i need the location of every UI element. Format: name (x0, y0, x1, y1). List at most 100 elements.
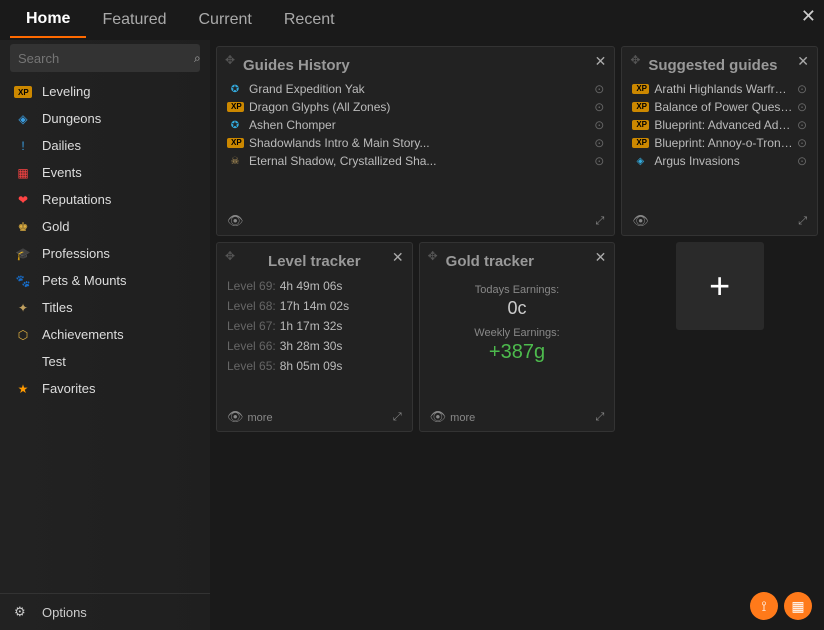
guide-row[interactable]: XPArathi Highlands Warfront Extra...⊙ (632, 80, 807, 98)
sidebar-item-test[interactable]: Test (0, 348, 210, 375)
guide-row[interactable]: XP Blueprint: Annoy-o-Tron Gang ⊙ (632, 134, 807, 152)
options-button[interactable]: ⚙ Options (0, 593, 210, 630)
grid-icon: ▦ (791, 598, 804, 615)
today-earnings-value: 0c (430, 298, 605, 319)
level-row: Level 66: 3h 28m 30s (227, 336, 402, 356)
eye-icon[interactable]: 👁 (227, 213, 244, 229)
sidebar-item-label: Pets & Mounts (42, 273, 127, 288)
sidebar-item-label: Dungeons (42, 111, 101, 126)
guide-type-icon: XP (632, 84, 648, 94)
chevron-right-icon: ⊙ (594, 82, 604, 96)
chevron-right-icon: ⊙ (797, 118, 807, 132)
tab-featured[interactable]: Featured (86, 3, 182, 37)
card-close-icon[interactable]: ✕ (392, 249, 404, 266)
suggested-list: XPArathi Highlands Warfront Extra...⊙XPB… (632, 80, 807, 170)
guide-row[interactable]: XPBlueprint: Advanced Adventurer...⊙ (632, 116, 807, 134)
expand-icon[interactable]: ⤢ (596, 215, 605, 228)
drag-handle-icon[interactable]: ✥ (225, 53, 235, 67)
gear-icon: ⚙ (14, 604, 32, 620)
guide-type-icon: XP (632, 138, 648, 148)
sidebar-item-titles[interactable]: ✦Titles (0, 294, 210, 321)
add-widget-button[interactable]: + (676, 242, 764, 330)
expand-icon[interactable]: ⤢ (798, 215, 807, 228)
guide-title: Eternal Shadow, Crystallized Sha... (249, 154, 590, 168)
guide-row[interactable]: ✪Grand Expedition Yak⊙ (227, 80, 604, 98)
guide-type-icon: ✪ (227, 120, 243, 131)
sidebar-item-gold[interactable]: ♚Gold (0, 213, 210, 240)
card-footer: 👁more ⤢ (227, 409, 402, 425)
chevron-right-icon: ⊙ (797, 82, 807, 96)
level-time: 3h 28m 30s (280, 339, 343, 353)
eye-icon: 👁 (227, 409, 244, 424)
more-link[interactable]: 👁more (430, 409, 476, 425)
card-close-icon[interactable]: ✕ (595, 53, 607, 70)
chevron-right-icon: ⊙ (594, 154, 604, 168)
level-time: 8h 05m 09s (280, 359, 343, 373)
guide-row[interactable]: ☠ Eternal Shadow, Crystallized Sha... ⊙ (227, 152, 604, 170)
sidebar-item-dungeons[interactable]: ◈ Dungeons (0, 105, 210, 132)
search-icon: ⌕ (194, 51, 201, 66)
sidebar-item-label: Achievements (42, 327, 124, 342)
sidebar: ⌕ XPLeveling ◈ Dungeons !Dailies▦Events❤Rep… (0, 40, 210, 630)
sidebar-item-leveling[interactable]: XPLeveling (0, 78, 210, 105)
sidebar-list: XPLeveling ◈ Dungeons !Dailies▦Events❤Reput… (0, 78, 210, 593)
card-title: Level tracker (227, 253, 402, 270)
guide-type-icon: XP (227, 102, 243, 112)
drag-handle-icon[interactable]: ✥ (630, 53, 640, 67)
search-input[interactable] (18, 51, 194, 66)
search-box[interactable]: ⌕ (10, 44, 200, 72)
sidebar-item-events[interactable]: ▦Events (0, 159, 210, 186)
events-icon: ▦ (14, 166, 32, 180)
sidebar-item-label: Professions (42, 246, 110, 261)
brush-icon: ⟟ (761, 598, 766, 615)
sidebar-item-dailies[interactable]: !Dailies (0, 132, 210, 159)
drag-handle-icon[interactable]: ✥ (428, 249, 438, 263)
guide-title: Shadowlands Intro & Main Story... (249, 136, 590, 150)
grid-layout-button[interactable]: ▦ (784, 592, 812, 620)
chevron-right-icon: ⊙ (797, 100, 807, 114)
guide-row[interactable]: ✪Ashen Chomper⊙ (227, 116, 604, 134)
tab-recent[interactable]: Recent (268, 3, 351, 37)
card-footer: 👁more ⤢ (430, 409, 605, 425)
guide-row[interactable]: XPBalance of Power Questline⊙ (632, 98, 807, 116)
guide-type-icon: XP (227, 138, 243, 148)
chevron-right-icon: ⊙ (797, 136, 807, 150)
sidebar-item-favorites[interactable]: ★Favorites (0, 375, 210, 402)
footer-action-buttons: ⟟ ▦ (750, 592, 812, 620)
expand-icon[interactable]: ⤢ (596, 411, 605, 424)
sidebar-item-reputations[interactable]: ❤Reputations (0, 186, 210, 213)
eye-icon[interactable]: 👁 (632, 213, 649, 229)
sidebar-item-pets-mounts[interactable]: 🐾Pets & Mounts (0, 267, 210, 294)
chevron-right-icon: ⊙ (594, 118, 604, 132)
level-label: Level 66: (227, 339, 276, 353)
guide-row[interactable]: XPDragon Glyphs (All Zones)⊙ (227, 98, 604, 116)
level-row: Level 69: 4h 49m 06s (227, 276, 402, 296)
card-close-icon[interactable]: ✕ (595, 249, 607, 266)
level-list: Level 69:4h 49m 06sLevel 68:17h 14m 02sL… (227, 276, 402, 376)
reset-layout-button[interactable]: ⟟ (750, 592, 778, 620)
tab-current[interactable]: Current (183, 3, 268, 37)
reputations-icon: ❤ (14, 193, 32, 207)
guide-row[interactable]: ◈Argus Invasions⊙ (632, 152, 807, 170)
sidebar-item-label: Test (42, 354, 66, 369)
expand-icon[interactable]: ⤢ (393, 411, 402, 424)
card-close-icon[interactable]: ✕ (797, 53, 809, 70)
level-row: Level 68:17h 14m 02s (227, 296, 402, 316)
level-label: Level 69: (227, 279, 276, 293)
close-icon[interactable]: ✕ (801, 6, 816, 27)
drag-handle-icon[interactable]: ✥ (225, 249, 235, 263)
dungeons-icon: ◈ (14, 112, 32, 126)
sidebar-item-achievements[interactable]: ⬡Achievements (0, 321, 210, 348)
options-label: Options (42, 605, 87, 620)
guide-type-icon: ☠ (227, 156, 243, 167)
more-link[interactable]: 👁more (227, 409, 273, 425)
guide-title: Blueprint: Annoy-o-Tron Gang (654, 136, 793, 150)
professions-icon: 🎓 (14, 247, 32, 261)
main-grid: ✥ ✕ Guides History ✪Grand Expedition Yak… (210, 40, 824, 630)
tab-home[interactable]: Home (10, 2, 86, 38)
sidebar-item-professions[interactable]: 🎓 Professions (0, 240, 210, 267)
level-time: 4h 49m 06s (280, 279, 343, 293)
favorites-icon: ★ (14, 382, 32, 396)
guide-title: Dragon Glyphs (All Zones) (249, 100, 590, 114)
guide-row[interactable]: XPShadowlands Intro & Main Story...⊙ (227, 134, 604, 152)
